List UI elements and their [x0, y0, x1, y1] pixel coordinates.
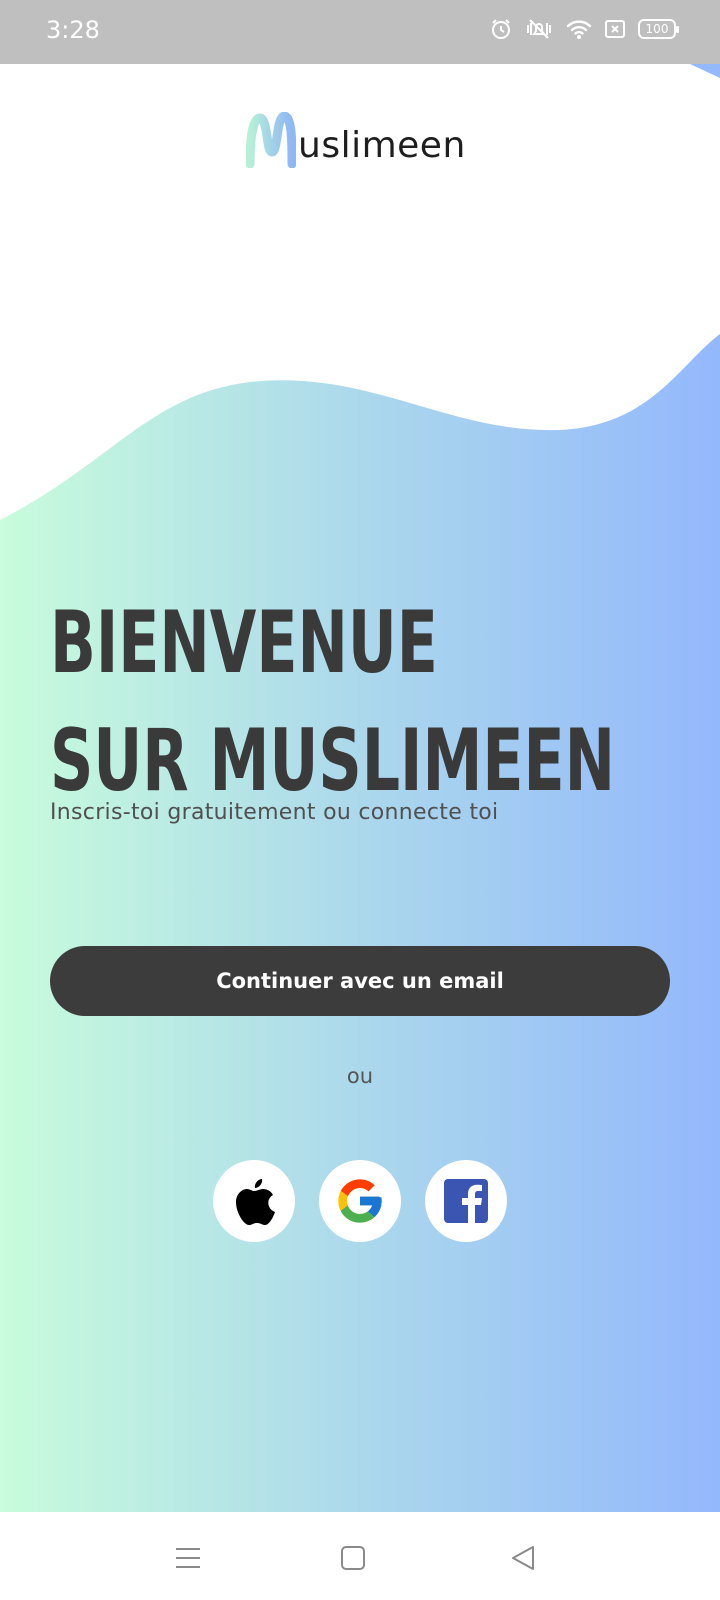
or-separator: ou	[346, 1064, 374, 1088]
app-logo: uslimeen	[246, 108, 466, 168]
apple-icon	[236, 1179, 275, 1225]
google-login-button[interactable]	[319, 1160, 401, 1242]
welcome-subtitle: Inscris-toi gratuitement ou connecte toi	[50, 800, 499, 825]
home-icon[interactable]	[337, 1542, 369, 1574]
welcome-headline: BIENVENUE SUR MUSLIMEEN	[50, 584, 615, 820]
sim-off-icon	[604, 18, 626, 40]
battery-icon: 100	[638, 19, 679, 39]
status-bar: 3:28 100	[0, 0, 720, 64]
menu-icon[interactable]	[172, 1542, 204, 1574]
continue-with-email-button[interactable]: Continuer avec un email	[50, 946, 670, 1016]
headline-line-2: SUR MUSLIMEEN	[50, 711, 615, 811]
logo-mark-icon	[246, 112, 296, 168]
logo-text: uslimeen	[298, 125, 466, 166]
welcome-screen: uslimeen BIENVENUE SUR MUSLIMEEN Inscris-…	[0, 64, 720, 1512]
alarm-icon	[490, 18, 512, 40]
headline-line-1: BIENVENUE	[50, 593, 438, 693]
wifi-icon	[566, 18, 592, 40]
facebook-login-button[interactable]	[425, 1160, 507, 1242]
system-nav-bar	[0, 1512, 720, 1600]
social-login-row	[213, 1160, 507, 1242]
status-time: 3:28	[46, 16, 100, 44]
status-icons: 100	[490, 18, 679, 40]
google-icon	[338, 1179, 382, 1223]
vibrate-icon	[524, 18, 554, 40]
facebook-icon	[444, 1179, 488, 1223]
apple-login-button[interactable]	[213, 1160, 295, 1242]
back-icon[interactable]	[507, 1542, 539, 1574]
